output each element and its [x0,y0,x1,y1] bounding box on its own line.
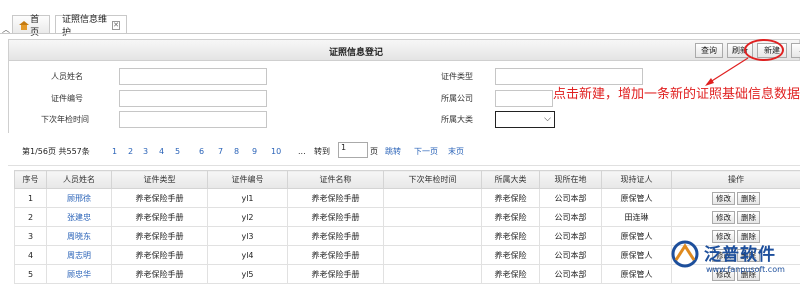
cell-category: 养老保险 [481,264,540,284]
column-header[interactable]: 证件名称 [287,170,384,189]
column-header[interactable]: 现持证人 [601,170,672,189]
cell-category: 养老保险 [481,226,540,246]
goto-label: 转到 [314,146,330,156]
cell-code: yl2 [207,207,288,227]
page-link[interactable]: 4 [159,147,164,156]
page-link[interactable]: 8 [234,147,239,156]
cell-type: 养老保险手册 [111,226,208,246]
column-header: 序号 [14,170,47,189]
cell-no: 3 [14,226,47,246]
cell-code: yl5 [207,264,288,284]
column-header[interactable]: 所属大类 [481,170,540,189]
cell-cname: 养老保险手册 [287,245,384,265]
cell-type: 养老保险手册 [111,264,208,284]
cell-next-check [383,264,482,284]
table-row[interactable]: 2 张建忠 养老保险手册 yl2 养老保险手册 养老保险 公司本部 田连琳 修改… [14,207,800,227]
table-header-row: 序号 人员姓名 证件类型 证件编号 证件名称 下次年检时间 所属大类 现所在地 … [14,170,800,189]
cell-cname: 养老保险手册 [287,264,384,284]
page-unit: 页 [370,146,378,156]
cell-category: 养老保险 [481,188,540,208]
delete-button[interactable]: 删除 [737,210,760,224]
pagination: 第1/56页 共557条 1 2 3 4 5 6 7 8 9 10 ... 转到… [8,141,800,161]
page-link[interactable]: 2 [128,147,133,156]
cell-category: 养老保险 [481,245,540,265]
cell-name-link[interactable]: 周志明 [46,245,112,265]
page-link[interactable]: 7 [218,147,223,156]
page-link[interactable]: 3 [143,147,148,156]
cell-cname: 养老保险手册 [287,226,384,246]
table-row[interactable]: 1 顾邢徐 养老保险手册 yl1 养老保险手册 养老保险 公司本部 原保管人 修… [14,188,800,208]
cell-next-check [383,207,482,227]
delete-button[interactable]: 删除 [737,191,760,205]
brand-watermark: 泛普软件 www.fanpusoft.com [660,238,800,286]
goto-page-input[interactable]: 1 [338,142,368,158]
cell-next-check [383,188,482,208]
cell-type: 养老保险手册 [111,207,208,227]
column-header: 操作 [671,170,800,189]
page-link[interactable]: 1 [112,147,117,156]
cell-no: 1 [14,188,47,208]
cell-code: yl3 [207,226,288,246]
cell-type: 养老保险手册 [111,188,208,208]
cell-location: 公司本部 [539,226,602,246]
cell-no: 5 [14,264,47,284]
brand-url: www.fanpusoft.com [706,265,785,274]
cell-name-link[interactable]: 周晓东 [46,226,112,246]
divider [8,165,800,166]
cell-no: 2 [14,207,47,227]
cell-location: 公司本部 [539,207,602,227]
cell-holder: 田连琳 [601,207,672,227]
cell-actions: 修改 删除 [671,188,800,208]
last-page-link[interactable]: 末页 [448,146,464,157]
column-header[interactable]: 证件编号 [207,170,288,189]
cell-code: yl1 [207,188,288,208]
cell-next-check [383,245,482,265]
cell-next-check [383,226,482,246]
page-link[interactable]: 6 [199,147,204,156]
page-link[interactable]: 5 [175,147,180,156]
column-header[interactable]: 下次年检时间 [383,170,482,189]
page-link[interactable]: 10 [271,147,281,156]
column-header[interactable]: 现所在地 [539,170,602,189]
cell-name-link[interactable]: 顾忠华 [46,264,112,284]
cell-location: 公司本部 [539,188,602,208]
edit-button[interactable]: 修改 [712,210,735,224]
cell-type: 养老保险手册 [111,245,208,265]
column-header[interactable]: 证件类型 [111,170,208,189]
edit-button[interactable]: 修改 [712,191,735,205]
cell-code: yl4 [207,245,288,265]
cell-category: 养老保险 [481,207,540,227]
cell-holder: 原保管人 [601,188,672,208]
cell-cname: 养老保险手册 [287,207,384,227]
annotation-text: 点击新建，增加一条新的证照基础信息数据 [553,87,800,102]
cell-actions: 修改 删除 [671,207,800,227]
cell-no: 4 [14,245,47,265]
cell-name-link[interactable]: 张建忠 [46,207,112,227]
cell-cname: 养老保险手册 [287,188,384,208]
cell-location: 公司本部 [539,245,602,265]
cell-name-link[interactable]: 顾邢徐 [46,188,112,208]
jump-link[interactable]: 跳转 [385,146,401,157]
brand-logo-icon [671,240,699,268]
pager-ellipsis: ... [298,146,306,156]
cell-location: 公司本部 [539,264,602,284]
next-page-link[interactable]: 下一页 [414,146,438,157]
brand-name: 泛普软件 [704,245,776,265]
page-summary: 第1/56页 共557条 [22,146,90,156]
page-link[interactable]: 9 [252,147,257,156]
column-header[interactable]: 人员姓名 [46,170,112,189]
